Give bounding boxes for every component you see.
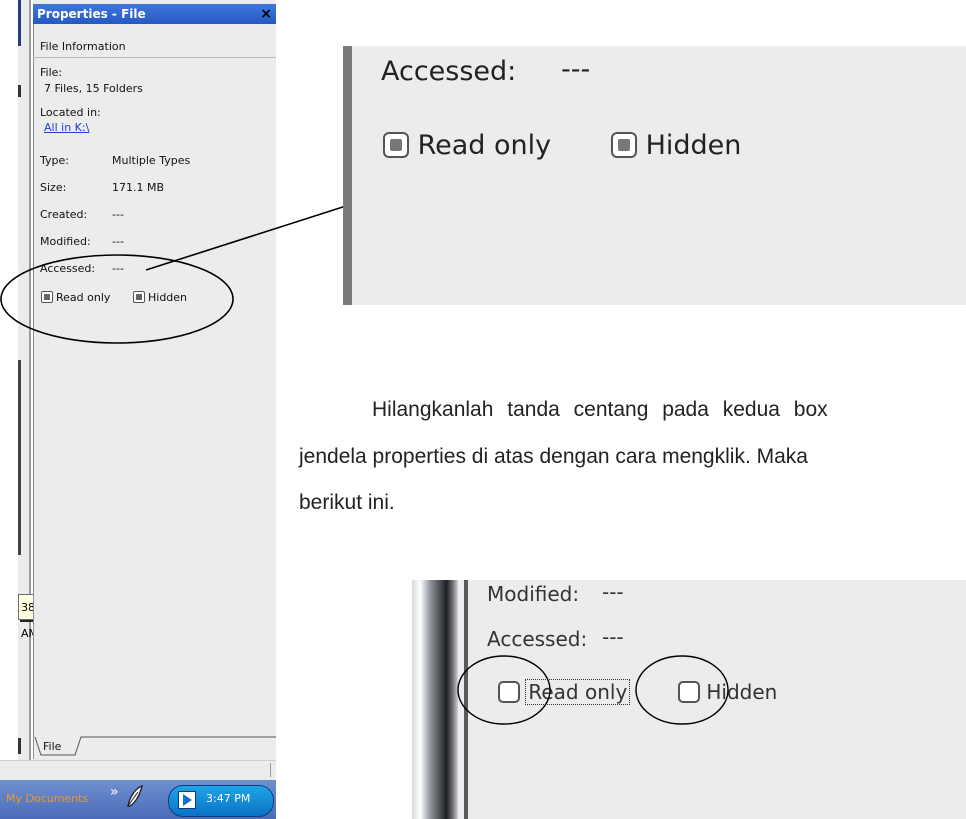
paragraph-line-2: jendela properties di atas dengan cara m… (299, 445, 808, 468)
zoom1-hidden-option[interactable]: Hidden (611, 130, 741, 161)
zoom1-hidden-checkbox[interactable] (611, 132, 637, 158)
circle-hidden (635, 655, 729, 725)
zoom-edge (343, 46, 352, 305)
paragraph-line-3: berikut ini. (299, 491, 395, 514)
circle-readonly (457, 655, 551, 725)
zoom1-readonly-checkbox[interactable] (383, 132, 409, 158)
zoom1-readonly-option[interactable]: Read only (383, 130, 551, 161)
zoom-screenshot-checked: Accessed: --- Read only Hidden (343, 46, 966, 305)
pointer-arrow-line (145, 196, 375, 271)
zoom1-hidden-label: Hidden (645, 130, 742, 161)
zoom1-readonly-label: Read only (417, 130, 552, 161)
highlight-ellipse (0, 254, 234, 344)
paragraph-line-1-text: Hilangkanlah tanda centang pada kedua bo… (372, 398, 828, 421)
paragraph-line-1: Hilangkanlah tanda centang pada kedua bo… (372, 398, 964, 422)
zoom1-accessed-value: --- (561, 54, 591, 85)
zoom2-annotation-overlay (457, 655, 729, 725)
zoom1-accessed-label: Accessed: (381, 56, 517, 87)
